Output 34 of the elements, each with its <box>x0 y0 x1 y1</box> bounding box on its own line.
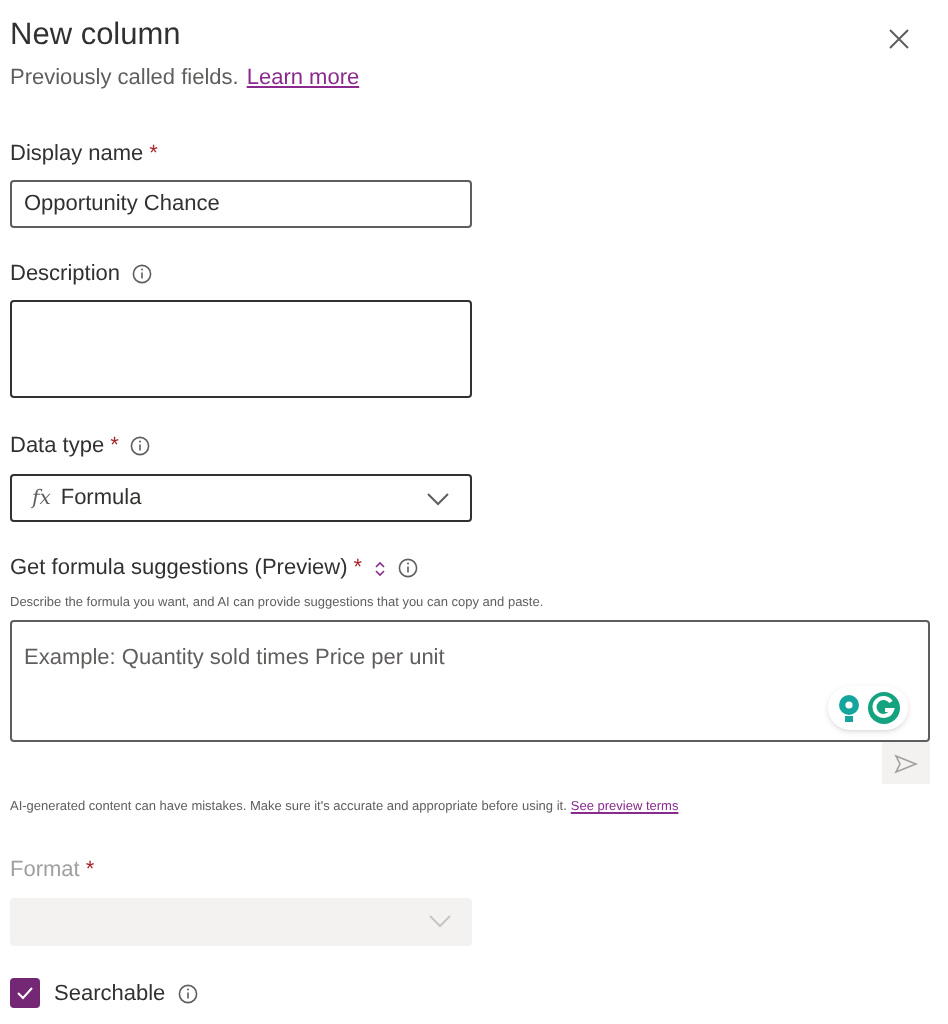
display-name-field[interactable]: Opportunity Chance <box>10 180 472 228</box>
info-icon[interactable] <box>132 264 153 285</box>
send-icon <box>894 753 918 774</box>
lightbulb-icon <box>837 693 859 724</box>
info-icon[interactable] <box>398 558 419 579</box>
field-label: Description <box>10 260 121 290</box>
prompt-input[interactable]: Example: Quantity sold times Price per unit <box>24 642 864 676</box>
formula-prompt-field[interactable]: Example: Quantity sold times Price per unit <box>10 620 930 743</box>
subtitle: Previously called fields. <box>10 64 239 94</box>
required-asterisk: * <box>353 554 363 584</box>
send-button[interactable] <box>882 742 930 785</box>
field-label: Data type <box>10 431 105 461</box>
checkbox-label: Searchable <box>54 979 166 1009</box>
learn-more-link[interactable]: Learn more <box>246 62 360 95</box>
chevron-down-icon <box>426 491 450 505</box>
panel-title: New column <box>10 16 181 56</box>
checkmark-icon <box>16 986 34 1001</box>
info-icon[interactable] <box>130 435 151 456</box>
searchable-checkbox[interactable] <box>10 978 40 1009</box>
g-circle-icon <box>867 692 899 725</box>
data-type-dropdown[interactable]: fx Formula <box>10 474 472 522</box>
info-icon[interactable] <box>177 983 198 1004</box>
description-field[interactable] <box>10 299 472 397</box>
required-asterisk: * <box>85 856 95 886</box>
close-icon[interactable] <box>888 28 910 50</box>
assistant-badge[interactable] <box>828 686 908 731</box>
formula-icon: fx <box>32 483 51 513</box>
field-label: Display name <box>10 139 144 169</box>
field-label: Format <box>10 856 80 886</box>
chevron-down-icon <box>428 914 452 928</box>
required-asterisk: * <box>149 139 158 169</box>
field-label: Get formula suggestions (Preview) <box>10 554 348 584</box>
required-asterisk: * <box>110 431 119 461</box>
dropdown-value: Formula <box>60 483 142 514</box>
